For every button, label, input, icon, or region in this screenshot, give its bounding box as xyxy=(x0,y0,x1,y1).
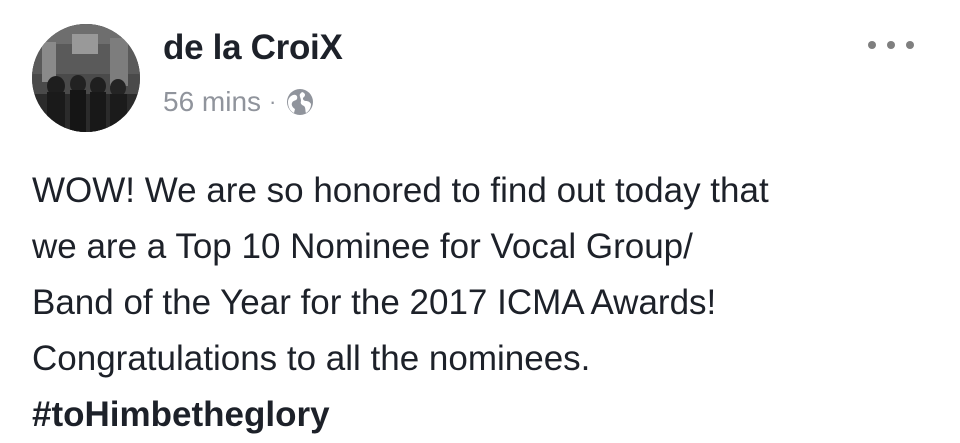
more-dot xyxy=(887,41,895,49)
post-text-line: we are a Top 10 Nominee for Vocal Group/ xyxy=(32,227,693,266)
post-text: WOW! We are so honored to find out today… xyxy=(32,163,932,443)
post-meta: 56 mins · xyxy=(163,84,316,120)
post-card: de la CroiX 56 mins · WOW! We are so hon… xyxy=(0,0,960,443)
timestamp[interactable]: 56 mins xyxy=(163,86,261,118)
globe-icon[interactable] xyxy=(284,86,316,118)
post-text-line: WOW! We are so honored to find out today… xyxy=(32,171,769,210)
hashtag-link[interactable]: #toHimbetheglory xyxy=(32,387,932,443)
avatar-image xyxy=(32,24,140,132)
more-dot xyxy=(906,41,914,49)
post-text-line: Band of the Year for the 2017 ICMA Award… xyxy=(32,283,717,322)
post-text-line: Congratulations to all the nominees. xyxy=(32,339,591,378)
meta-separator: · xyxy=(269,89,277,114)
author-name[interactable]: de la CroiX xyxy=(163,28,343,68)
more-dot xyxy=(868,41,876,49)
avatar[interactable] xyxy=(32,24,140,132)
more-options-icon[interactable] xyxy=(868,30,914,60)
